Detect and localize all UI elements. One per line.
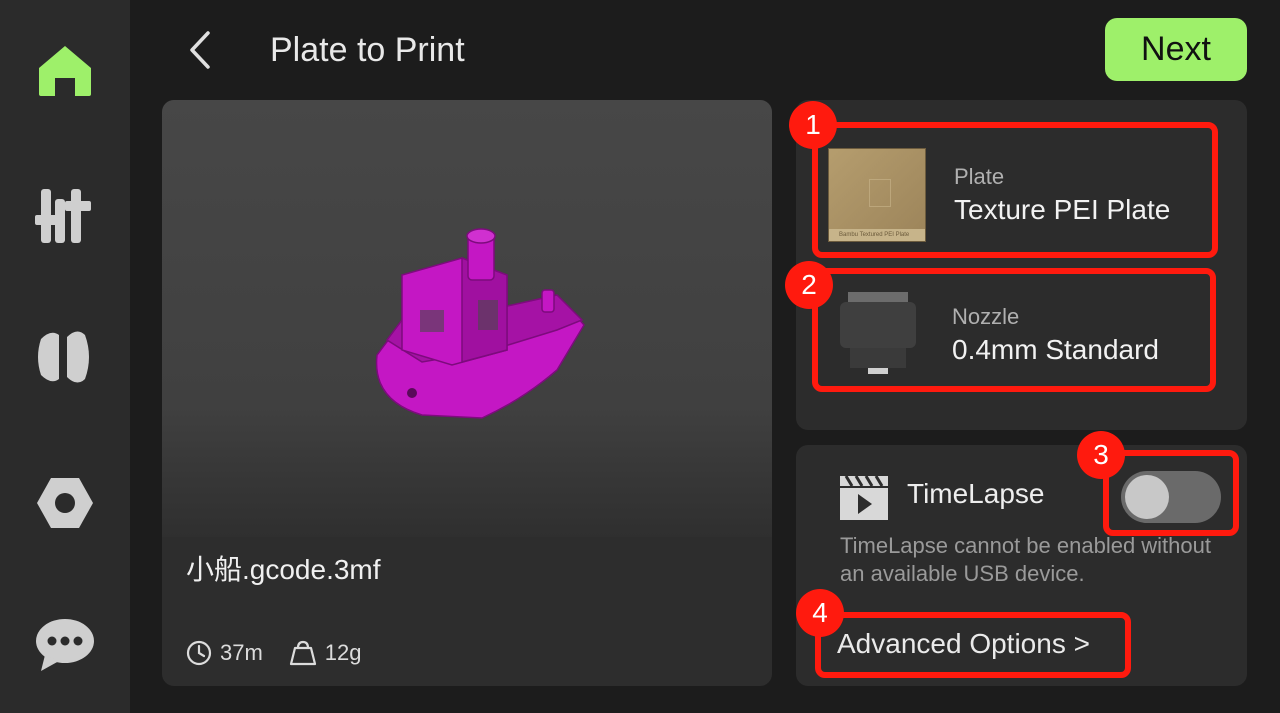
sidebar: [0, 0, 130, 713]
highlight-box-advanced: [815, 612, 1131, 678]
timelapse-note: TimeLapse cannot be enabled without an a…: [840, 533, 1211, 586]
back-button[interactable]: [180, 26, 220, 74]
clock-icon: [186, 640, 212, 666]
page-title: Plate to Print: [270, 31, 465, 69]
sidebar-item-controls[interactable]: [0, 170, 130, 260]
chevron-left-icon: [190, 31, 210, 69]
settings-icon: [37, 478, 93, 528]
benchy-model-image: [375, 228, 585, 419]
highlight-box-plate: [812, 122, 1218, 258]
sidebar-item-settings[interactable]: [0, 458, 130, 548]
file-name: 小船.gcode.3mf: [186, 554, 381, 585]
next-button[interactable]: Next: [1105, 18, 1247, 81]
sidebar-item-home[interactable]: [0, 26, 130, 116]
annotation-badge-4: 4: [796, 589, 844, 637]
highlight-box-nozzle: [812, 268, 1216, 392]
messages-icon: [36, 619, 94, 671]
annotation-badge-3: 3: [1077, 431, 1125, 479]
sidebar-item-filament[interactable]: [0, 312, 130, 402]
controls-icon: [35, 189, 91, 243]
print-time: 37m: [220, 640, 263, 665]
video-icon: [840, 475, 888, 520]
home-icon: [39, 46, 91, 96]
model-preview: [162, 100, 772, 537]
print-weight: 12g: [324, 640, 362, 665]
model-preview-card: 小船.gcode.3mf 37m 12g: [162, 100, 772, 686]
sidebar-item-messages[interactable]: [0, 600, 130, 690]
annotation-badge-2: 2: [785, 261, 833, 309]
timelapse-label: TimeLapse: [907, 478, 1045, 509]
print-stats: 37m 12g: [186, 640, 362, 666]
annotation-badge-1: 1: [789, 101, 837, 149]
filament-icon: [38, 331, 89, 383]
weight-icon: [289, 640, 316, 666]
